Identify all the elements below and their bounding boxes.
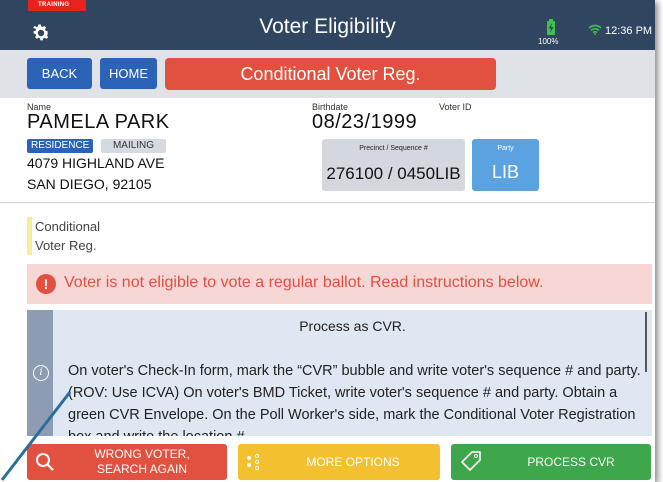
address-line-2: SAN DIEGO, 92105 [27, 176, 152, 192]
gear-icon[interactable] [30, 22, 52, 44]
wrong-voter-label-1: WRONG VOTER, [94, 447, 190, 461]
address-line-1: 4079 HIGHLAND AVE [27, 155, 165, 171]
wrong-voter-button[interactable]: WRONG VOTER, SEARCH AGAIN [27, 444, 227, 480]
scrollbar[interactable] [645, 312, 647, 372]
process-cvr-label: PROCESS CVR [527, 455, 615, 469]
search-icon [36, 453, 54, 471]
note-highlight [27, 217, 32, 255]
party-label: Party [497, 145, 514, 152]
battery-icon [547, 19, 555, 35]
alert-text: Voter is not eligible to vote a regular … [64, 274, 544, 291]
party-value: LIB [491, 162, 520, 182]
process-cvr-button[interactable]: PROCESS CVR [451, 444, 651, 480]
status-banner: Conditional Voter Reg. [165, 58, 496, 90]
battery-percent: 100% [538, 37, 559, 46]
precinct-label: Precinct / Sequence # [359, 145, 428, 152]
precinct-box: Precinct / Sequence # 276100 / 0450LIB [322, 139, 465, 191]
instructions-body: On voter's Check-In form, mark the “CVR”… [68, 363, 641, 436]
more-options-button[interactable]: MORE OPTIONS [238, 444, 440, 480]
instructions-title: Process as CVR. [299, 318, 406, 334]
wrong-voter-label-2: SEARCH AGAIN [96, 462, 188, 476]
home-button[interactable]: HOME [100, 58, 157, 89]
birthdate-value: 08/23/1999 [312, 111, 418, 133]
conditional-note-line2: Voter Reg. [35, 238, 97, 253]
conditional-note-line1: Conditional [35, 219, 101, 234]
voter-name: PAMELA PARK [27, 111, 170, 133]
tag-icon [461, 451, 481, 471]
divider [0, 202, 655, 203]
app-frame: TRAINING Voter Eligibility 100% 12:36 PM… [0, 0, 655, 482]
mailing-tab[interactable]: MAILING [101, 139, 166, 153]
wifi-icon [588, 24, 602, 35]
info-icon: i [33, 365, 49, 381]
conditional-note: Conditional Voter Reg. [35, 217, 125, 255]
precinct-value: 276100 / 0450LIB [326, 164, 461, 183]
residence-tab[interactable]: RESIDENCE [27, 139, 94, 153]
party-box: Party LIB [472, 139, 539, 191]
more-options-label: MORE OPTIONS [306, 455, 400, 469]
voter-id-label: Voter ID [439, 102, 472, 112]
clock: 12:36 PM [605, 25, 653, 37]
options-icon [247, 453, 260, 471]
back-button[interactable]: BACK [27, 58, 92, 89]
alert-icon: ! [36, 274, 56, 294]
